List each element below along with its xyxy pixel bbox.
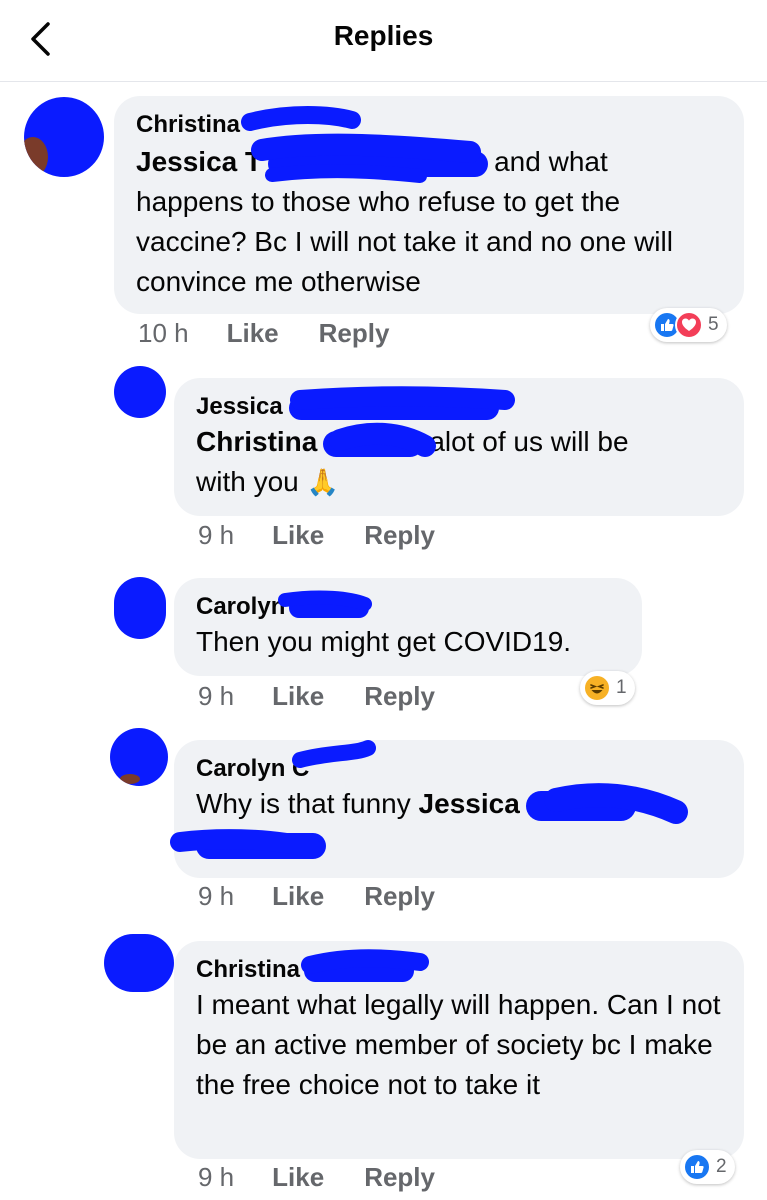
avatar[interactable] bbox=[104, 934, 174, 992]
comment-author[interactable]: Christina bbox=[196, 955, 722, 985]
timestamp[interactable]: 9 h bbox=[198, 681, 234, 712]
mention[interactable]: Jessica bbox=[419, 788, 520, 819]
comment-author[interactable]: Christina bbox=[136, 110, 722, 140]
reaction-summary[interactable]: 2 bbox=[680, 1150, 735, 1184]
avatar[interactable] bbox=[110, 728, 168, 786]
comment-actions: 9 h Like Reply bbox=[198, 681, 435, 712]
comment-author[interactable]: Jessica bbox=[196, 392, 722, 422]
comment-bubble: Carolyn Then you might get COVID19. bbox=[174, 578, 642, 676]
mention[interactable]: Christina bbox=[196, 426, 317, 457]
comment-actions: 9 h Like Reply bbox=[198, 520, 435, 551]
comment-text: Why is that funny Jessica bbox=[196, 784, 722, 864]
folded-hands-emoji: 🙏 bbox=[306, 467, 339, 497]
comment-bubble: Carolyn C Why is that funny Jessica bbox=[174, 740, 744, 878]
avatar[interactable] bbox=[114, 366, 166, 418]
timestamp[interactable]: 10 h bbox=[138, 318, 189, 349]
comment-actions: 9 h Like Reply bbox=[198, 1162, 435, 1193]
mention[interactable]: Jessica T bbox=[136, 146, 262, 177]
comment-actions: 10 h Like Reply bbox=[138, 318, 389, 349]
comment-actions: 9 h Like Reply bbox=[198, 881, 435, 912]
timestamp[interactable]: 9 h bbox=[198, 1162, 234, 1193]
thumbs-up-icon bbox=[683, 1153, 711, 1181]
reply-button[interactable]: Reply bbox=[364, 681, 435, 712]
reaction-count: 1 bbox=[616, 677, 627, 698]
like-button[interactable]: Like bbox=[227, 318, 279, 349]
avatar[interactable] bbox=[24, 97, 104, 177]
heart-icon bbox=[675, 311, 703, 339]
comment-text: Christina alot of us will be with you 🙏 bbox=[196, 426, 629, 497]
reply-button[interactable]: Reply bbox=[364, 881, 435, 912]
like-button[interactable]: Like bbox=[272, 520, 324, 551]
page-title: Replies bbox=[333, 20, 434, 51]
like-button[interactable]: Like bbox=[272, 1162, 324, 1193]
timestamp[interactable]: 9 h bbox=[198, 881, 234, 912]
comment-text: I meant what legally will happen. Can I … bbox=[196, 989, 721, 1100]
reaction-count: 2 bbox=[716, 1156, 727, 1177]
reaction-summary[interactable]: 5 bbox=[650, 308, 727, 342]
like-button[interactable]: Like bbox=[272, 681, 324, 712]
comment-text: Jessica Tand what happens to those who r… bbox=[136, 146, 673, 297]
comment-text: Then you might get COVID19. bbox=[196, 626, 572, 657]
comment-author[interactable]: Carolyn C bbox=[196, 754, 722, 784]
comment-author[interactable]: Carolyn bbox=[196, 592, 620, 622]
comment-bubble: Christina I meant what legally will happ… bbox=[174, 941, 744, 1159]
timestamp[interactable]: 9 h bbox=[198, 520, 234, 551]
reply-button[interactable]: Reply bbox=[364, 1162, 435, 1193]
like-button[interactable]: Like bbox=[272, 881, 324, 912]
comment-bubble: Christina Jessica Tand what happens to t… bbox=[114, 96, 744, 314]
avatar[interactable] bbox=[114, 577, 166, 639]
reaction-count: 5 bbox=[708, 314, 719, 335]
comment-bubble: Jessica Christina alot of us will be with… bbox=[174, 378, 744, 516]
reply-button[interactable]: Reply bbox=[364, 520, 435, 551]
top-bar: Replies bbox=[0, 0, 767, 82]
reply-button[interactable]: Reply bbox=[319, 318, 390, 349]
reaction-summary[interactable]: 1 bbox=[580, 671, 635, 705]
laughing-face-icon bbox=[583, 674, 611, 702]
